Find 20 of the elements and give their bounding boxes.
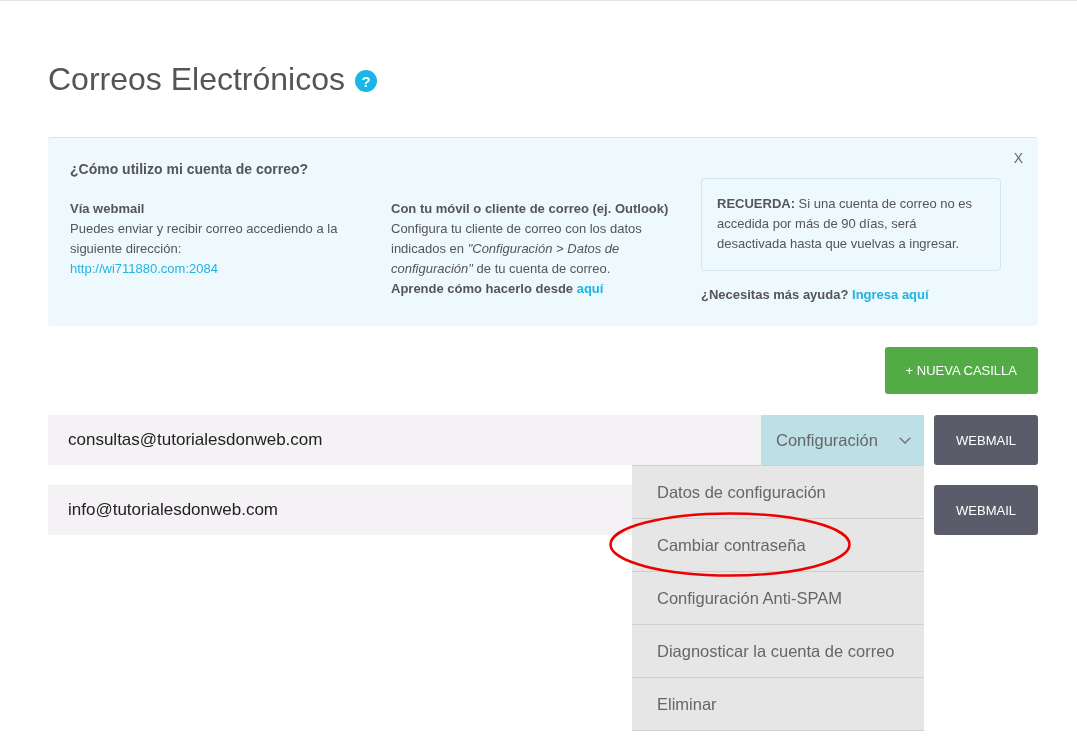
panel-title: ¿Cómo utilizo mi cuenta de correo? <box>70 160 310 179</box>
config-dropdown[interactable]: Configuración <box>761 415 924 465</box>
section-text: Puedes enviar y recibir correo accediendo a la siguiente dirección: <box>70 219 339 258</box>
chevron-down-icon <box>898 436 911 444</box>
email-address: consultas@tutorialesdonweb.com <box>67 430 323 450</box>
page-title: Correos Electrónicos <box>48 60 345 98</box>
menu-item[interactable]: Diagnosticar la cuenta de correo <box>632 625 924 678</box>
more-help-text: ¿Necesitas más ayuda? Ingresa aquí <box>701 286 930 304</box>
email-address: info@tutorialesdonweb.com <box>67 500 279 520</box>
new-mailbox-button[interactable]: + NUEVA CASILLA <box>884 347 1038 394</box>
reminder-note: RECUERDA: Si una cuenta de correo no es accedida por más de 90 días, será desactivada hasta que vuelvas a ingresar. <box>701 178 1001 271</box>
section-text: Configura tu cliente de correo con los datos indicados en "Configuración > Datos de configuración" de tu cuenta de correo. <box>391 219 643 278</box>
menu-item[interactable]: Configuración Anti-SPAM <box>632 572 924 625</box>
close-button[interactable]: X <box>1013 148 1023 168</box>
menu-item[interactable]: Eliminar <box>632 678 924 731</box>
section-heading: Vía webmail <box>70 199 146 218</box>
webmail-button[interactable]: WEBMAIL <box>934 485 1038 535</box>
webmail-button[interactable]: WEBMAIL <box>934 415 1038 465</box>
section-heading: Con tu móvil o cliente de correo (ej. Outlook) <box>391 199 670 218</box>
learn-text: Aprende cómo hacerlo desde aquí <box>391 279 605 298</box>
